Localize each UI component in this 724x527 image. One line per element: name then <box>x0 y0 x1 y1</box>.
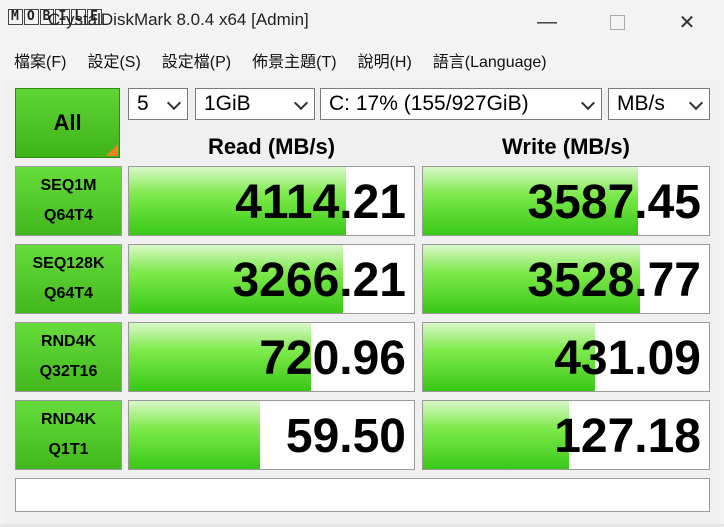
read-value: 59.50 <box>285 410 406 463</box>
chevron-down-icon <box>580 95 596 111</box>
test-rnd4k-q1t1-button[interactable]: RND4K Q1T1 <box>15 400 122 470</box>
row-label-line1: SEQ1M <box>40 177 97 194</box>
row-label-line2: Q64T4 <box>44 285 93 302</box>
menu-profile[interactable]: 設定檔(P) <box>162 48 231 72</box>
write-value: 431.09 <box>554 332 701 385</box>
read-bar <box>129 401 261 469</box>
close-icon: ✕ <box>678 11 696 34</box>
test-seq128k-q64t4-button[interactable]: SEQ128K Q64T4 <box>15 244 122 314</box>
test-seq1m-q64t4-button[interactable]: SEQ1M Q64T4 <box>15 166 122 236</box>
window-title: CrystalDiskMark 8.0.4 x64 [Admin] <box>48 10 309 29</box>
unit-select[interactable]: MB/s <box>608 88 710 120</box>
run-all-button[interactable]: All <box>15 88 120 158</box>
write-value: 127.18 <box>554 410 701 463</box>
chevron-down-icon <box>293 95 309 111</box>
write-bar <box>423 401 569 469</box>
write-value: 3528.77 <box>527 254 701 307</box>
read-result-cell: 720.96 <box>128 322 415 392</box>
read-value: 3266.21 <box>232 254 406 307</box>
menu-language[interactable]: 語言(Language) <box>433 48 547 72</box>
write-header: Write (MB/s) <box>502 134 630 159</box>
write-result-cell: 3528.77 <box>422 244 710 314</box>
test-size-select[interactable]: 1GiB <box>195 88 315 120</box>
chevron-down-icon <box>166 95 182 111</box>
title-bar: MOBILE CrystalDiskMark 8.0.4 x64 [Admin]… <box>0 0 724 44</box>
write-value: 3587.45 <box>527 176 701 229</box>
read-result-cell: 59.50 <box>128 400 415 470</box>
row-label-line2: Q1T1 <box>48 441 89 458</box>
menu-settings[interactable]: 設定(S) <box>87 48 140 72</box>
test-count-select[interactable]: 5 <box>128 88 188 120</box>
menu-bar: 檔案(F) 設定(S) 設定檔(P) 佈景主題(T) 說明(H) 語言(Lang… <box>0 44 724 76</box>
drive-select[interactable]: C: 17% (155/927GiB) <box>320 88 602 120</box>
menu-file[interactable]: 檔案(F) <box>14 48 66 72</box>
test-size-value: 1GiB <box>204 92 251 115</box>
row-label-line2: Q32T16 <box>39 363 98 380</box>
maximize-button[interactable] <box>582 0 652 44</box>
minimize-icon: — <box>537 10 557 33</box>
row-label-line1: RND4K <box>40 333 97 350</box>
comment-input[interactable] <box>15 478 710 512</box>
row-label-line2: Q64T4 <box>44 207 93 224</box>
maximize-icon <box>609 14 625 30</box>
write-result-cell: 127.18 <box>422 400 710 470</box>
read-result-cell: 3266.21 <box>128 244 415 314</box>
row-label-line1: RND4K <box>40 411 97 428</box>
menu-help[interactable]: 說明(H) <box>358 48 412 72</box>
test-rnd4k-q32t16-button[interactable]: RND4K Q32T16 <box>15 322 122 392</box>
run-all-label: All <box>53 110 82 135</box>
close-button[interactable]: ✕ <box>652 0 722 44</box>
write-result-cell: 3587.45 <box>422 166 710 236</box>
read-result-cell: 4114.21 <box>128 166 415 236</box>
read-header: Read (MB/s) <box>207 134 336 159</box>
chevron-down-icon <box>688 95 704 111</box>
corner-marker <box>106 144 118 156</box>
read-value: 4114.21 <box>235 176 406 229</box>
write-result-cell: 431.09 <box>422 322 710 392</box>
read-value: 720.96 <box>259 332 406 385</box>
minimize-button[interactable]: — <box>512 0 582 44</box>
unit-value: MB/s <box>617 92 665 115</box>
menu-theme[interactable]: 佈景主題(T) <box>252 48 336 72</box>
row-label-line1: SEQ128K <box>32 255 105 272</box>
test-count-value: 5 <box>137 92 149 115</box>
drive-value: C: 17% (155/927GiB) <box>329 92 529 115</box>
